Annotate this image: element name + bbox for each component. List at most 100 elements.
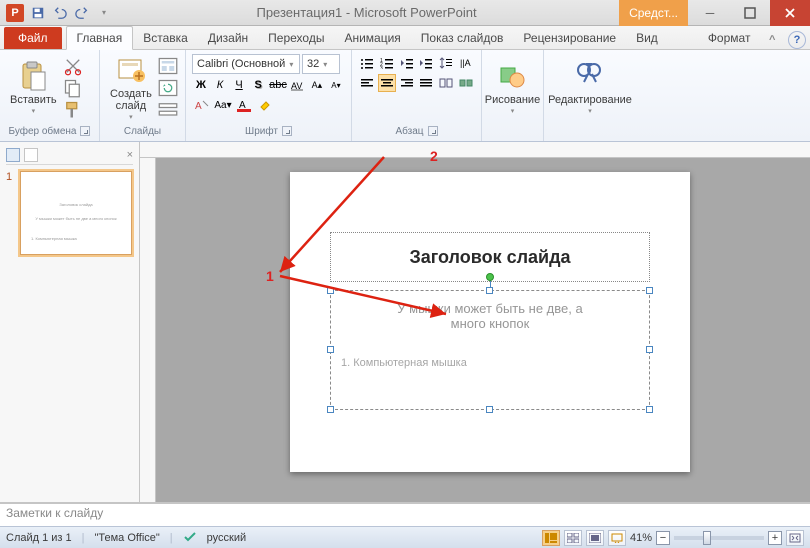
- increase-indent-button[interactable]: [417, 54, 436, 72]
- tab-file[interactable]: Файл: [4, 27, 62, 49]
- tab-animations[interactable]: Анимация: [334, 27, 410, 49]
- minimize-ribbon-icon[interactable]: ^: [763, 31, 781, 49]
- align-center-button[interactable]: [378, 74, 397, 92]
- tab-home[interactable]: Главная: [66, 26, 134, 50]
- new-slide-button[interactable]: Создать слайд ▾: [106, 52, 156, 124]
- italic-button[interactable]: К: [211, 76, 229, 94]
- copy-icon[interactable]: [63, 78, 83, 98]
- line-spacing-button[interactable]: [437, 54, 456, 72]
- qat-customize-icon[interactable]: ▾: [94, 3, 114, 23]
- redo-icon[interactable]: [72, 3, 92, 23]
- zoom-slider-thumb[interactable]: [703, 531, 711, 545]
- svg-text:3: 3: [380, 66, 383, 69]
- normal-view-icon[interactable]: [542, 530, 560, 546]
- strike-button[interactable]: abc: [268, 76, 288, 94]
- sorter-view-icon[interactable]: [564, 530, 582, 546]
- numbering-button[interactable]: 123: [378, 54, 397, 72]
- clear-format-button[interactable]: A: [192, 96, 212, 114]
- tab-slideshow[interactable]: Показ слайдов: [411, 27, 514, 49]
- shapes-icon: [497, 60, 529, 92]
- align-right-button[interactable]: [397, 74, 416, 92]
- find-icon: [574, 60, 606, 92]
- section-icon[interactable]: [158, 100, 178, 120]
- zoom-out-button[interactable]: −: [656, 531, 670, 545]
- tab-transitions[interactable]: Переходы: [258, 27, 334, 49]
- smartart-button[interactable]: [456, 74, 475, 92]
- resize-handle-s[interactable]: [486, 406, 493, 413]
- title-bar: P ▾ Презентация1 - Microsoft PowerPoint …: [0, 0, 810, 26]
- ruler-horizontal: [140, 142, 810, 158]
- slide-canvas[interactable]: Заголовок слайда У мышки может быть не д…: [140, 142, 810, 502]
- reading-view-icon[interactable]: [586, 530, 604, 546]
- shrink-font-button[interactable]: A▾: [327, 76, 345, 94]
- maximize-button[interactable]: [730, 0, 770, 26]
- tab-format[interactable]: Формат: [698, 27, 761, 49]
- drawing-button[interactable]: Рисование ▾: [481, 58, 544, 118]
- editing-button[interactable]: Редактирование ▾: [544, 58, 636, 118]
- notes-pane[interactable]: Заметки к слайду: [0, 502, 810, 526]
- paragraph-launcher[interactable]: [428, 126, 438, 136]
- ribbon: Вставить ▾ Буфер обмена Создать слайд ▾: [0, 50, 810, 142]
- decrease-indent-button[interactable]: [397, 54, 416, 72]
- char-spacing-button[interactable]: AV: [289, 76, 307, 94]
- zoom-in-button[interactable]: +: [768, 531, 782, 545]
- outline-tab-icon[interactable]: [24, 148, 38, 162]
- resize-handle-nw[interactable]: [327, 287, 334, 294]
- paste-button[interactable]: Вставить ▾: [6, 58, 61, 118]
- bullets-button[interactable]: [358, 54, 377, 72]
- font-name-combo[interactable]: Calibri (Основной▾: [192, 54, 300, 74]
- slides-tab-icon[interactable]: [6, 148, 20, 162]
- clipboard-launcher[interactable]: [80, 126, 90, 136]
- close-button[interactable]: [770, 0, 810, 26]
- cut-icon[interactable]: [63, 56, 83, 76]
- columns-button[interactable]: [437, 74, 456, 92]
- rotation-handle[interactable]: [486, 273, 494, 281]
- underline-button[interactable]: Ч: [230, 76, 248, 94]
- contextual-tab-tools[interactable]: Средст...: [619, 0, 688, 26]
- resize-handle-n[interactable]: [486, 287, 493, 294]
- resize-handle-sw[interactable]: [327, 406, 334, 413]
- tab-insert[interactable]: Вставка: [133, 27, 198, 49]
- reset-icon[interactable]: [158, 78, 178, 98]
- tab-review[interactable]: Рецензирование: [513, 27, 626, 49]
- resize-handle-se[interactable]: [646, 406, 653, 413]
- change-case-button[interactable]: Aa▾: [213, 96, 233, 114]
- spellcheck-icon[interactable]: [183, 529, 197, 546]
- minimize-button[interactable]: ─: [690, 0, 730, 26]
- bold-button[interactable]: Ж: [192, 76, 210, 94]
- title-text: Заголовок слайда: [409, 247, 570, 268]
- quick-access-toolbar: ▾: [28, 3, 114, 23]
- group-slides: Создать слайд ▾ Слайды: [100, 50, 186, 141]
- slide[interactable]: Заголовок слайда У мышки может быть не д…: [290, 172, 690, 472]
- tab-view[interactable]: Вид: [626, 27, 668, 49]
- grow-font-button[interactable]: A▴: [308, 76, 326, 94]
- new-slide-icon: [115, 54, 147, 86]
- save-icon[interactable]: [28, 3, 48, 23]
- resize-handle-ne[interactable]: [646, 287, 653, 294]
- text-direction-button[interactable]: ||A: [456, 54, 475, 72]
- highlight-button[interactable]: [255, 96, 275, 114]
- undo-icon[interactable]: [50, 3, 70, 23]
- tab-design[interactable]: Дизайн: [198, 27, 258, 49]
- resize-handle-e[interactable]: [646, 346, 653, 353]
- font-color-button[interactable]: A: [234, 96, 254, 114]
- font-launcher[interactable]: [282, 126, 292, 136]
- resize-handle-w[interactable]: [327, 346, 334, 353]
- new-slide-label: Создать слайд: [110, 88, 152, 112]
- justify-button[interactable]: [417, 74, 436, 92]
- panel-close-icon[interactable]: ×: [127, 149, 133, 161]
- format-painter-icon[interactable]: [63, 100, 83, 120]
- fit-to-window-icon[interactable]: [786, 530, 804, 546]
- window-title: Презентация1 - Microsoft PowerPoint: [114, 5, 619, 20]
- align-left-button[interactable]: [358, 74, 377, 92]
- body-placeholder[interactable]: У мышки может быть не две, амного кнопок…: [330, 290, 650, 410]
- font-size-combo[interactable]: 32▾: [302, 54, 340, 74]
- layout-icon[interactable]: [158, 56, 178, 76]
- slideshow-view-icon[interactable]: [608, 530, 626, 546]
- help-icon[interactable]: ?: [788, 31, 806, 49]
- zoom-slider[interactable]: [674, 536, 764, 540]
- paste-icon: [17, 60, 49, 92]
- shadow-button[interactable]: S: [249, 76, 267, 94]
- group-drawing: Рисование ▾: [482, 50, 544, 141]
- slide-thumbnail[interactable]: Заголовок слайда У мышки может быть не д…: [20, 171, 132, 255]
